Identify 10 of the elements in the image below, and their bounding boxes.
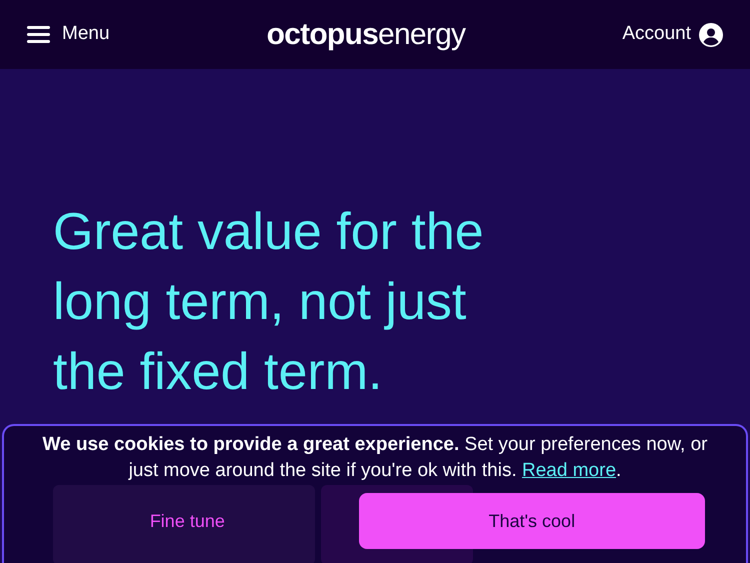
menu-icon bbox=[27, 26, 50, 43]
logo[interactable]: octopusenergy bbox=[266, 20, 466, 50]
user-icon bbox=[699, 22, 723, 46]
account-button[interactable]: Account bbox=[622, 20, 723, 49]
read-more-link[interactable]: Read more bbox=[522, 460, 616, 481]
fine-tune-button[interactable]: Fine tune bbox=[54, 493, 321, 549]
cookie-message: We use cookies to provide a great experience. Set your preferences now, or just move around the site if you're ok with this. Read more. bbox=[42, 433, 708, 483]
hero-heading: Great value for the long term, not just the fixed term. bbox=[53, 202, 485, 403]
menu-button[interactable]: Menu bbox=[27, 20, 110, 49]
accept-button[interactable]: That's cool bbox=[358, 493, 705, 549]
